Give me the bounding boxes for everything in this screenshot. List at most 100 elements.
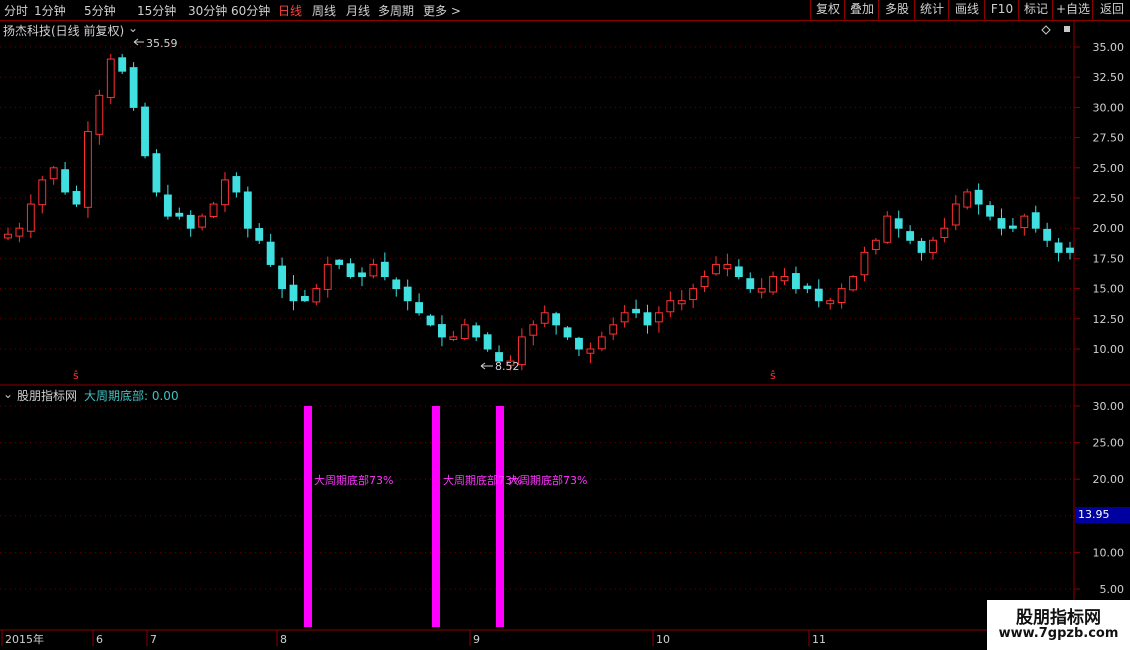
high-price-label: 35.59 [146,37,178,50]
price-tick-10: 10.00 [1093,343,1125,356]
candle-body-78 [894,218,903,229]
candle-body-77 [883,215,892,243]
price-gridlines [0,46,1074,350]
candle-body-85 [974,189,983,205]
candle-body-81 [929,239,937,253]
signal-bar-0 [304,406,312,627]
candle-body-5 [61,169,70,193]
candle-body-25 [289,284,298,302]
candle-body-9 [106,58,115,99]
candle-body-55 [632,308,640,314]
candle-body-56 [643,312,652,326]
candle-body-29 [335,259,344,265]
date-tick-5: 10 [656,633,670,646]
ind-tick-4: 10.00 [1093,546,1125,559]
candle-body-74 [849,276,857,291]
high-arrow-icon [133,38,144,46]
watermark-url: www.7gpzb.com [998,626,1119,641]
candle-body-69 [792,273,800,290]
candle-body-27 [312,288,321,303]
candle-body-70 [803,285,812,290]
candle-body-93 [1066,247,1074,253]
axis-handle-icon[interactable] [1064,26,1070,32]
price-tick-3: 27.50 [1093,132,1125,145]
candle-body-35 [403,286,412,302]
price-tick-5: 22.50 [1093,192,1125,205]
signal-text-1: 大周期底部73% [314,474,394,487]
candle-body-90 [1031,212,1040,229]
signal-text-3: 大周期底部73% [508,474,588,487]
indicator-collapse-icon[interactable]: ⌄ [3,387,13,401]
candle-body-17 [198,215,207,228]
candle-body-42 [483,334,492,350]
candle-body-67 [769,276,778,293]
candle-body-28 [323,263,332,290]
candle-body-79 [906,231,915,241]
candle-body-59 [677,300,686,305]
s-marker-2: ŝ [770,369,776,382]
price-axis: 35.00 32.50 30.00 27.50 25.00 22.50 20.00 17.50… [1074,41,1124,356]
date-tick-3: 8 [280,633,287,646]
candle-body-84 [963,191,972,208]
price-tick-7: 17.50 [1093,252,1125,265]
candle-body-61 [700,276,709,288]
candle-body-11 [129,67,138,108]
candle-body-73 [837,288,846,303]
candle-body-15 [175,212,184,217]
date-tick-6: 11 [812,633,826,646]
candle-body-46 [529,324,538,336]
candle-body-51 [586,348,595,354]
candle-body-12 [141,106,149,157]
candle-body-62 [712,263,720,275]
watermark-title: 股朋指标网 [1016,608,1101,628]
candle-body-18 [209,203,218,217]
candle-body-63 [723,263,732,270]
candle-body-2 [26,203,35,232]
candle-body-24 [278,265,286,290]
indicator-axis: 30.0025.0020.0015.0010.005.00 [1074,400,1124,596]
candle-body-0 [4,233,12,239]
date-tick-1: 6 [96,633,103,646]
candle-body-54 [620,312,629,323]
ind-tick-0: 30.00 [1093,400,1125,413]
candle-body-58 [666,300,675,313]
low-arrow-icon [480,362,493,370]
date-tick-4: 9 [473,633,480,646]
candle-body-57 [654,312,663,323]
ind-tick-5: 5.00 [1100,583,1125,596]
indicator-name: 股朋指标网 [17,389,78,403]
candle-body-36 [415,302,424,314]
date-axis: 2015年 6 7 8 9 10 11 [1,630,826,646]
collapse-icon[interactable]: ⌄ [128,21,138,35]
candle-body-38 [438,324,446,338]
candle-body-89 [1020,215,1029,229]
candle-body-41 [472,325,481,338]
candle-body-14 [163,194,172,217]
low-price-label: 8.52 [495,360,520,373]
diamond-icon[interactable] [1041,25,1051,35]
candle-body-71 [814,288,823,302]
cursor-value-text: 13.95 [1078,508,1110,521]
candle-body-16 [186,214,195,229]
signal-bar-2 [496,406,504,627]
candle-body-8 [95,94,104,135]
price-tick-0: 35.00 [1093,41,1125,54]
candle-body-4 [49,167,58,180]
price-tick-8: 15.00 [1093,283,1125,296]
candle-body-52 [597,336,606,350]
date-tick-0: 2015年 [5,632,44,646]
candlestick-series [4,53,1074,371]
s-marker-1: ŝ [73,369,79,382]
candle-body-34 [392,279,401,290]
candle-body-88 [1008,225,1017,229]
candle-body-37 [426,315,435,326]
candle-body-32 [369,263,378,277]
ind-tick-1: 25.00 [1093,437,1125,450]
candle-body-3 [38,179,47,206]
candle-body-23 [266,241,275,265]
candle-body-68 [780,276,789,282]
price-tick-4: 25.00 [1093,162,1125,175]
price-tick-6: 20.00 [1093,222,1125,235]
candle-body-21 [243,191,252,229]
candle-body-26 [300,295,309,302]
